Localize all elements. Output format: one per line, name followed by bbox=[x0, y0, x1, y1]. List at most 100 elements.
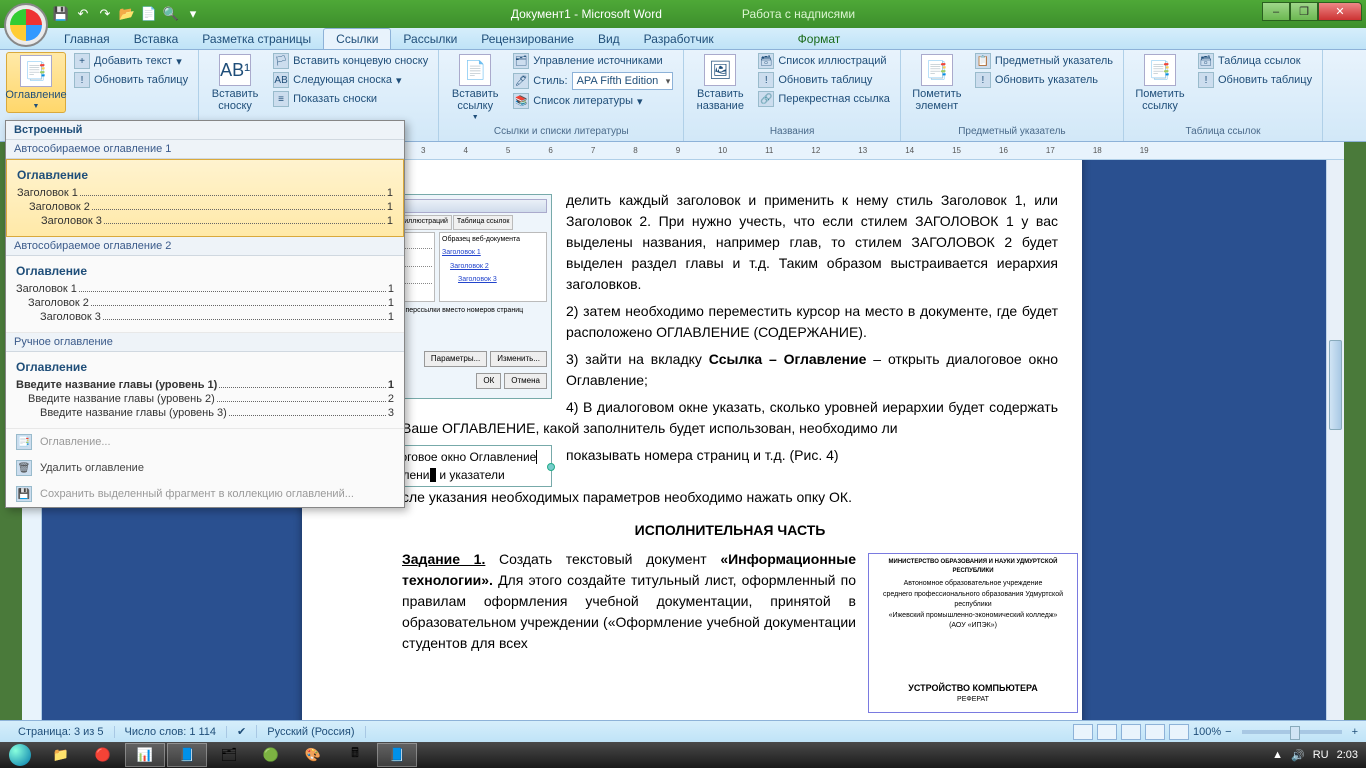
zoom-in-button[interactable]: + bbox=[1352, 726, 1358, 738]
open-icon[interactable]: 📂 bbox=[118, 5, 136, 23]
view-web-button[interactable] bbox=[1121, 724, 1141, 740]
office-button[interactable] bbox=[4, 3, 48, 47]
insert-footnote-button[interactable]: AB¹ Вставить сноску bbox=[205, 52, 265, 114]
maximize-button[interactable]: ❐ bbox=[1290, 2, 1318, 21]
taskbar-word2-icon[interactable]: 📘 bbox=[377, 743, 417, 767]
taskbar-totalcmd-icon[interactable]: 🗂 bbox=[209, 743, 249, 767]
citation-icon: 📄 bbox=[459, 54, 491, 86]
tab-developer[interactable]: Разработчик bbox=[632, 29, 726, 49]
taskbar-explorer-icon[interactable]: 📁 bbox=[41, 743, 81, 767]
gallery-item-auto1[interactable]: Оглавление Заголовок 11 Заголовок 21 Заг… bbox=[6, 159, 404, 237]
tab-layout[interactable]: Разметка страницы bbox=[190, 29, 323, 49]
gallery-menu-save[interactable]: 💾Сохранить выделенный фрагмент в коллекц… bbox=[6, 481, 404, 507]
footnote-icon: AB¹ bbox=[219, 54, 251, 86]
system-tray: ▲ 🔊 RU 2:03 bbox=[1272, 749, 1366, 762]
tab-review[interactable]: Рецензирование bbox=[469, 29, 586, 49]
insert-caption-button[interactable]: 🖼 Вставить название bbox=[690, 52, 750, 114]
add-text-button[interactable]: +Добавить текст ▾ bbox=[70, 52, 192, 70]
window-controls: – ❐ ✕ bbox=[1262, 2, 1362, 21]
group-label: Названия bbox=[690, 124, 894, 139]
taskbar-app-icon[interactable]: 🟢 bbox=[251, 743, 291, 767]
tab-references[interactable]: Ссылки bbox=[323, 28, 391, 49]
next-footnote-button[interactable]: ABСледующая сноска ▾ bbox=[269, 71, 432, 89]
status-language[interactable]: Русский (Россия) bbox=[257, 726, 365, 738]
mark-citation-icon: 📑 bbox=[1144, 54, 1176, 86]
document-page[interactable]: ОглавлениеСписок иллюстрацийТаблица ссыл… bbox=[302, 160, 1082, 720]
taskbar-powerpoint-icon[interactable]: 📊 bbox=[125, 743, 165, 767]
next-footnote-icon: AB bbox=[273, 72, 289, 88]
manage-sources-button[interactable]: 🗂Управление источниками bbox=[509, 52, 677, 70]
taskbar-calc-icon[interactable]: 🖩 bbox=[335, 743, 375, 767]
gallery-menu-remove[interactable]: 🗑Удалить оглавление bbox=[6, 455, 404, 481]
zoom-level[interactable]: 100% bbox=[1193, 726, 1221, 738]
figures-icon: 🗃 bbox=[758, 53, 774, 69]
zoom-out-button[interactable]: − bbox=[1225, 726, 1231, 738]
status-page[interactable]: Страница: 3 из 5 bbox=[8, 726, 115, 738]
gallery-item-auto2[interactable]: Оглавление Заголовок 11 Заголовок 21 Заг… bbox=[6, 256, 404, 333]
update-captions-button[interactable]: !Обновить таблицу bbox=[754, 71, 894, 89]
update-toa-button[interactable]: !Обновить таблицу bbox=[1194, 71, 1316, 89]
start-button[interactable] bbox=[0, 742, 40, 768]
undo-icon[interactable]: ↶ bbox=[74, 5, 92, 23]
taskbar-opera-icon[interactable]: 🔴 bbox=[83, 743, 123, 767]
citation-style-select[interactable]: 🖊Стиль: APA Fifth Edition bbox=[509, 71, 677, 91]
xref-icon: 🔗 bbox=[758, 91, 774, 107]
taskbar-word-icon[interactable]: 📘 bbox=[167, 743, 207, 767]
view-fullscreen-button[interactable] bbox=[1097, 724, 1117, 740]
redo-icon[interactable]: ↷ bbox=[96, 5, 114, 23]
tab-format[interactable]: Формат bbox=[786, 29, 853, 49]
gallery-menu-insert[interactable]: 📑Оглавление... bbox=[6, 429, 404, 455]
scroll-thumb[interactable] bbox=[1329, 340, 1342, 430]
mark-citation-button[interactable]: 📑 Пометить ссылку bbox=[1130, 52, 1190, 114]
status-spellcheck[interactable]: ✔ bbox=[227, 725, 257, 738]
window-title: Документ1 - Microsoft WordРабота с надпи… bbox=[511, 7, 855, 21]
taskbar-paint-icon[interactable]: 🎨 bbox=[293, 743, 333, 767]
close-button[interactable]: ✕ bbox=[1318, 2, 1362, 21]
gallery-subheader: Автособираемое оглавление 2 bbox=[6, 237, 404, 256]
group-label: Ссылки и списки литературы bbox=[445, 124, 677, 139]
tray-flag-icon[interactable]: ▲ bbox=[1272, 749, 1283, 761]
insert-endnote-button[interactable]: 🏳Вставить концевую сноску bbox=[269, 52, 432, 70]
ribbon-tabs: Главная Вставка Разметка страницы Ссылки… bbox=[0, 28, 1366, 50]
paragraph: сле указания необходимых параметров необ… bbox=[402, 487, 1058, 508]
preview-icon[interactable]: 🔍 bbox=[162, 5, 180, 23]
new-icon[interactable]: 📄 bbox=[140, 5, 158, 23]
minimize-button[interactable]: – bbox=[1262, 2, 1290, 21]
insert-citation-button[interactable]: 📄 Вставить ссылку▼ bbox=[445, 52, 505, 123]
tab-view[interactable]: Вид bbox=[586, 29, 632, 49]
update-index-button[interactable]: !Обновить указатель bbox=[971, 71, 1117, 89]
title-page-inset: МИНИСТЕРСТВО ОБРАЗОВАНИЯ И НАУКИ УДМУРТС… bbox=[868, 553, 1078, 713]
show-notes-button[interactable]: ≡Показать сноски bbox=[269, 90, 432, 108]
zoom-slider[interactable] bbox=[1242, 730, 1342, 734]
tray-clock[interactable]: 2:03 bbox=[1337, 749, 1358, 761]
save-icon[interactable]: 💾 bbox=[52, 5, 70, 23]
view-print-layout-button[interactable] bbox=[1073, 724, 1093, 740]
insert-toa-button[interactable]: 🗃Таблица ссылок bbox=[1194, 52, 1316, 70]
style-icon: 🖊 bbox=[513, 73, 529, 89]
group-captions: 🖼 Вставить название 🗃Список иллюстраций … bbox=[684, 50, 901, 141]
qat-more-icon[interactable]: ▾ bbox=[184, 5, 202, 23]
tab-insert[interactable]: Вставка bbox=[122, 29, 191, 49]
tab-home[interactable]: Главная bbox=[52, 29, 122, 49]
paragraph: 4) В диалоговом окне указать, сколько ур… bbox=[402, 397, 1058, 439]
save-selection-icon: 💾 bbox=[16, 486, 32, 502]
update-toc-button[interactable]: !Обновить таблицу bbox=[70, 71, 192, 89]
table-figures-button[interactable]: 🗃Список иллюстраций bbox=[754, 52, 894, 70]
toc-button[interactable]: 📑 Оглавление▼ bbox=[6, 52, 66, 113]
tray-language[interactable]: RU bbox=[1313, 749, 1329, 761]
endnote-icon: 🏳 bbox=[273, 53, 289, 69]
status-words[interactable]: Число слов: 1 114 bbox=[115, 726, 228, 738]
cross-reference-button[interactable]: 🔗Перекрестная ссылка bbox=[754, 90, 894, 108]
mark-entry-button[interactable]: 📑 Пометить элемент bbox=[907, 52, 967, 114]
view-draft-button[interactable] bbox=[1169, 724, 1189, 740]
gallery-item-manual[interactable]: Оглавление Введите название главы (урове… bbox=[6, 352, 404, 429]
toc-gallery-dropdown: Встроенный Автособираемое оглавление 1 О… bbox=[5, 120, 405, 508]
group-label: Таблица ссылок bbox=[1130, 124, 1316, 139]
vertical-scrollbar[interactable] bbox=[1326, 160, 1344, 720]
view-outline-button[interactable] bbox=[1145, 724, 1165, 740]
bibliography-button[interactable]: 📚Список литературы ▾ bbox=[509, 92, 677, 110]
insert-index-button[interactable]: 📋Предметный указатель bbox=[971, 52, 1117, 70]
tab-mailings[interactable]: Рассылки bbox=[391, 29, 469, 49]
quick-access-toolbar: 💾 ↶ ↷ 📂 📄 🔍 ▾ bbox=[52, 5, 202, 23]
tray-network-icon[interactable]: 🔊 bbox=[1291, 749, 1305, 762]
